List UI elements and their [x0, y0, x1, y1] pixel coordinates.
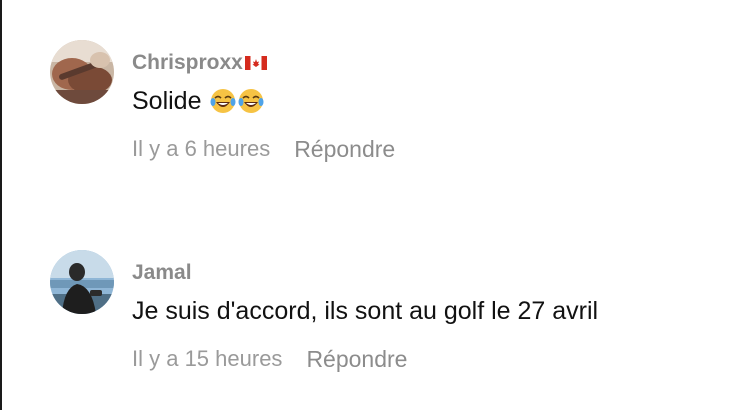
comment-message: Solide [132, 87, 202, 115]
username[interactable]: Jamal [132, 260, 740, 286]
comment-meta: Il y a 6 heures Répondre [132, 134, 740, 164]
face-with-tears-of-joy-icon [210, 88, 236, 114]
comments-panel: Chrisproxx Solide Il y a 6 heures Répond… [0, 0, 748, 410]
comment-message: Je suis d'accord, ils sont au golf le 27… [132, 297, 599, 325]
comment-meta: Il y a 15 heures Répondre [132, 344, 740, 374]
face-with-tears-of-joy-icon [238, 88, 264, 114]
username-text[interactable]: Chrisproxx [132, 51, 243, 75]
avatar[interactable] [50, 40, 114, 104]
reply-button[interactable]: Répondre [306, 346, 407, 373]
comment-body: Chrisproxx Solide Il y a 6 heures Répond… [132, 50, 740, 164]
username[interactable]: Chrisproxx [132, 50, 740, 76]
comment-timestamp: Il y a 15 heures [132, 346, 283, 371]
comment-body: Jamal Je suis d'accord, ils sont au golf… [132, 260, 740, 374]
canada-flag-icon [244, 56, 267, 70]
username-text[interactable]: Jamal [132, 261, 192, 285]
avatar[interactable] [50, 250, 114, 314]
comment-text: Je suis d'accord, ils sont au golf le 27… [132, 296, 740, 326]
comment-text: Solide [132, 86, 740, 116]
comment-timestamp: Il y a 6 heures [132, 136, 271, 161]
reply-button[interactable]: Répondre [294, 136, 395, 163]
